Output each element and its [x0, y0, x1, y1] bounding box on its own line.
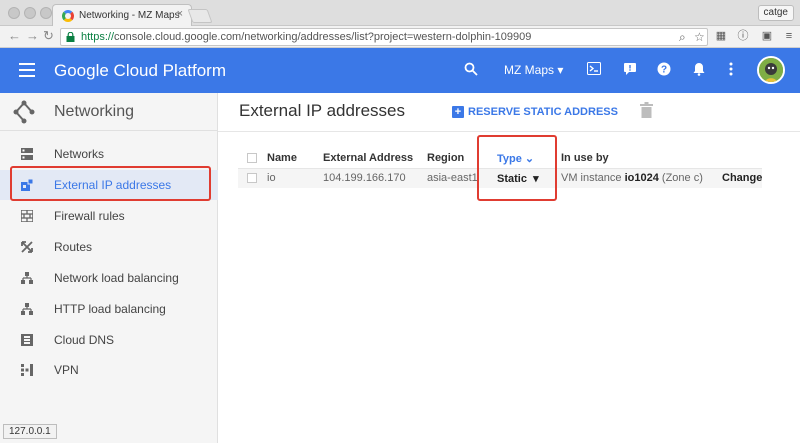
- status-url: 127.0.0.1: [3, 424, 57, 439]
- chrome-menu-icon[interactable]: ≡: [782, 29, 796, 43]
- trash-icon[interactable]: [640, 102, 653, 118]
- reload-icon[interactable]: ↻: [43, 28, 54, 44]
- bookmark-star-icon[interactable]: ☆: [694, 30, 705, 44]
- firewall-icon: [21, 210, 33, 222]
- sidebar-item-label: Routes: [54, 240, 93, 254]
- back-arrow-icon[interactable]: ←: [8, 28, 21, 43]
- select-all-checkbox[interactable]: [247, 153, 257, 163]
- search-icon[interactable]: [464, 62, 478, 79]
- more-vert-icon[interactable]: [729, 62, 733, 79]
- cell-external-address: 104.199.166.170: [323, 172, 406, 184]
- address-bar[interactable]: https://console.cloud.google.com/network…: [60, 28, 708, 46]
- cell-in-use-by: VM instance io1024 (Zone c): [561, 172, 703, 184]
- sidebar-item-label: VPN: [54, 363, 79, 377]
- extension-icon[interactable]: ▣: [760, 29, 774, 43]
- window-close-button[interactable]: [8, 7, 20, 19]
- sidebar-item-cloud-dns[interactable]: Cloud DNS: [0, 325, 218, 355]
- browser-tab[interactable]: Networking - MZ Maps ×: [52, 4, 192, 27]
- sidebar-item-label: Firewall rules: [54, 209, 125, 223]
- sidebar-title: Networking: [54, 103, 135, 120]
- networks-icon: [21, 148, 33, 160]
- gcp-favicon-icon: [62, 10, 74, 22]
- window-zoom-button[interactable]: [40, 7, 52, 19]
- networking-product-icon: [13, 100, 35, 124]
- hamburger-menu-icon[interactable]: [19, 63, 35, 77]
- cloud-dns-icon: [21, 334, 33, 346]
- type-highlight-annotation: [477, 135, 557, 201]
- sidebar-item-vpn[interactable]: VPN: [0, 355, 218, 385]
- title-divider: [218, 131, 800, 132]
- page-title: External IP addresses: [239, 101, 405, 120]
- sidebar-item-http-load-balancing[interactable]: HTTP load balancing: [0, 294, 218, 324]
- row-checkbox[interactable]: [247, 173, 257, 183]
- cell-name: io: [267, 172, 276, 184]
- sidebar-item-label: Cloud DNS: [54, 333, 115, 347]
- bell-icon[interactable]: [693, 62, 705, 79]
- sidebar-item-label: Network load balancing: [54, 271, 179, 285]
- column-header-name[interactable]: Name: [267, 152, 297, 164]
- network-load-balancing-icon: [21, 272, 33, 284]
- sidebar-item-firewall-rules[interactable]: Firewall rules: [0, 201, 218, 231]
- sidebar-highlight-annotation: [10, 166, 211, 201]
- browser-tab-bar: Networking - MZ Maps × catge: [0, 0, 800, 27]
- column-header-in-use-by[interactable]: In use by: [561, 152, 609, 164]
- notification-alert-icon[interactable]: [623, 62, 637, 79]
- vpn-icon: [21, 364, 33, 376]
- sidebar-item-network-load-balancing[interactable]: Network load balancing: [0, 263, 218, 293]
- new-tab-button[interactable]: [187, 9, 213, 23]
- project-selector[interactable]: MZ Maps ▾: [504, 63, 563, 77]
- user-avatar[interactable]: [757, 56, 785, 84]
- tab-title: Networking - MZ Maps: [79, 10, 180, 21]
- browser-toolbar: ← → ↻ https://console.cloud.google.com/n…: [0, 26, 800, 48]
- brand-title[interactable]: Google Cloud Platform: [54, 61, 226, 81]
- lock-icon: [66, 32, 75, 42]
- cell-region: asia-east1: [427, 172, 478, 184]
- svg-text:?: ?: [661, 65, 667, 76]
- http-load-balancing-icon: [21, 303, 33, 315]
- forward-arrow-icon[interactable]: →: [26, 28, 39, 43]
- url-text: https://console.cloud.google.com/network…: [81, 31, 532, 43]
- help-icon[interactable]: ?: [657, 62, 671, 79]
- info-icon[interactable]: ⓘ: [736, 29, 750, 43]
- column-header-region[interactable]: Region: [427, 152, 464, 164]
- tab-close-icon[interactable]: ×: [177, 8, 183, 20]
- sidebar-item-label: Networks: [54, 147, 105, 161]
- qr-code-icon[interactable]: ▦: [714, 29, 728, 43]
- sidebar: Networking Networks External IP addresse…: [0, 93, 218, 443]
- gcp-header: Google Cloud Platform MZ Maps ▾ ?: [0, 48, 800, 93]
- window-minimize-button[interactable]: [24, 7, 36, 19]
- reserve-static-address-button[interactable]: + RESERVE STATIC ADDRESS: [452, 104, 618, 118]
- routes-icon: [21, 241, 33, 253]
- vm-instance-link[interactable]: io1024: [625, 172, 659, 184]
- add-box-icon: +: [452, 105, 464, 118]
- sidebar-item-networks[interactable]: Networks: [0, 139, 218, 169]
- cloud-shell-icon[interactable]: [587, 62, 601, 78]
- sidebar-header: Networking: [0, 93, 218, 131]
- change-button[interactable]: Change: [722, 172, 762, 184]
- sidebar-item-routes[interactable]: Routes: [0, 232, 218, 262]
- zoom-icon[interactable]: ⌕: [679, 30, 686, 45]
- profile-button[interactable]: catge: [757, 5, 794, 21]
- column-header-external-address[interactable]: External Address: [323, 152, 413, 164]
- sidebar-item-label: HTTP load balancing: [54, 302, 166, 316]
